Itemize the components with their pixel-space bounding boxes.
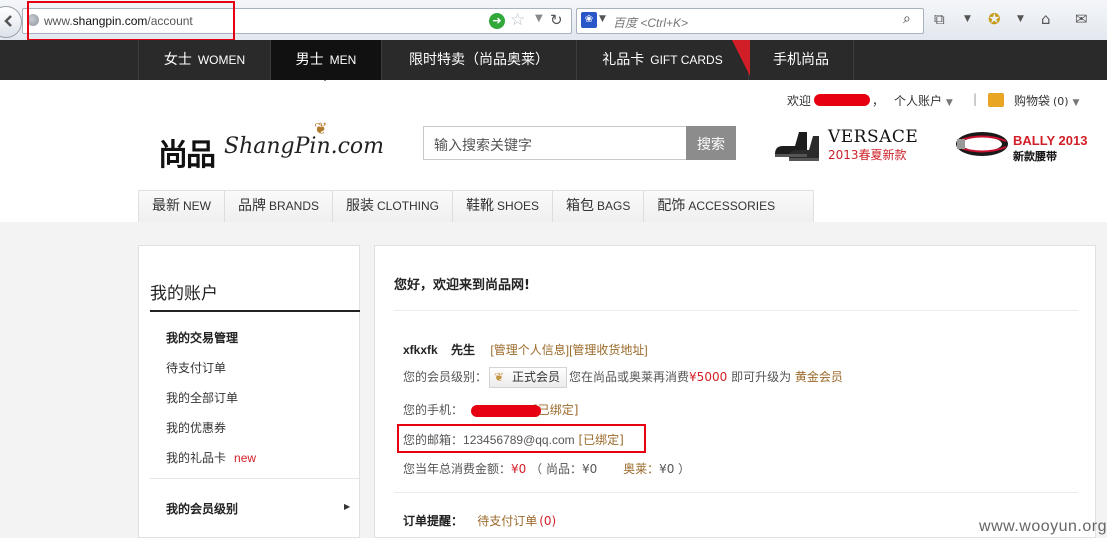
browser-search-bar[interactable]: ❀ ▼ 百度 <Ctrl+K> ⌕: [576, 8, 924, 34]
chevron-down-icon[interactable]: ▼: [599, 14, 606, 24]
topnav-women[interactable]: 女士 WOMEN: [138, 40, 271, 80]
greeting-text: 您好，欢迎来到尚品网!: [394, 278, 530, 293]
membership-label: 您的会员级别：: [403, 370, 488, 384]
chevron-down-icon: ▼: [945, 98, 953, 108]
ad-versace-subtitle[interactable]: 2013春夏新款: [828, 146, 907, 163]
category-clothing[interactable]: 服装 CLOTHING: [333, 191, 454, 222]
account-main-panel: 您好，欢迎来到尚品网! xfkxfk 先生 [管理个人信息][管理收货地址] 您…: [374, 245, 1096, 538]
sidebar-title-underline: [150, 310, 360, 312]
account-sidebar: 我的账户 我的交易管理 待支付订单 我的全部订单 我的优惠券 我的礼品卡 new …: [138, 245, 360, 538]
upgrade-text-2: 即可升级为: [731, 370, 792, 384]
bookmark-star-icon[interactable]: ☆: [510, 10, 525, 30]
screenshot-icon[interactable]: ⧉: [934, 10, 945, 28]
phone-label: 您的手机：: [403, 403, 464, 417]
manage-profile-link[interactable]: [管理个人信息]: [490, 343, 569, 357]
logo-text[interactable]: ShangPin.com: [224, 134, 384, 159]
chevron-right-icon: ▶: [344, 502, 351, 511]
category-accessories[interactable]: 配饰 ACCESSORIES: [644, 191, 788, 222]
magnifier-icon[interactable]: ⌕: [903, 11, 911, 27]
user-name-row: xfkxfk 先生 [管理个人信息][管理收货地址]: [403, 341, 648, 358]
divider: [394, 492, 1078, 493]
topnav-flash-sale[interactable]: 限时特卖（尚品奥莱）: [382, 40, 577, 80]
watermark-text: www.wooyun.org: [979, 518, 1107, 535]
upgrade-text: 您在尚品或奥莱再消费: [569, 370, 690, 384]
sidebar-section-membership[interactable]: 我的会员级别: [166, 500, 238, 517]
category-brands[interactable]: 品牌 BRANDS: [225, 191, 334, 222]
sidebar-item-gift-cards[interactable]: 我的礼品卡 new: [166, 449, 256, 466]
gift-ribbon-decoration: [732, 40, 750, 76]
versace-shoes-image[interactable]: [773, 124, 821, 162]
topnav-gift-cards[interactable]: 礼品卡 GIFT CARDS: [577, 40, 749, 80]
header-divider: |: [973, 92, 978, 106]
url-highlight-box: [27, 1, 235, 41]
category-bags[interactable]: 箱包 BAGS: [553, 191, 645, 222]
divider: [394, 310, 1078, 311]
membership-badge: ❦ 正式会员: [489, 367, 568, 388]
chevron-down-icon[interactable]: ▼: [964, 14, 971, 24]
top-nav: 女士 WOMEN 男士 MEN 限时特卖（尚品奥莱） 礼品卡 GIFT CARDS 手…: [0, 40, 1107, 80]
spend-outlet: ¥0 ）: [659, 462, 691, 476]
gold-member-link[interactable]: 黄金会员: [795, 370, 843, 384]
spend-outlet-label: 奥莱：: [623, 462, 660, 476]
ad-versace-brand[interactable]: VERSACE: [828, 127, 918, 147]
addon-icon[interactable]: ✪: [988, 10, 1001, 28]
sidebar-item-coupons[interactable]: 我的优惠券: [166, 419, 226, 436]
reload-icon[interactable]: ↻: [550, 11, 563, 29]
site-search-button[interactable]: 搜索: [686, 126, 736, 160]
welcome-text: 欢迎: [787, 94, 812, 108]
annual-spend-row: 您当年总消费金额：¥0 （ 尚品：¥0 奥莱：¥0 ）: [403, 460, 690, 477]
baidu-paw-icon[interactable]: ❀: [581, 12, 597, 28]
redacted-username: [814, 94, 870, 106]
ad-bally-brand[interactable]: BALLY 2013: [1013, 133, 1087, 148]
site-search-input[interactable]: 输入搜索关键字: [423, 126, 687, 160]
active-tab-indicator: [318, 74, 332, 81]
spend-shangpin: ¥0: [581, 462, 598, 476]
pending-orders-count: (0): [539, 514, 557, 528]
sidebar-divider: [150, 478, 360, 479]
back-arrow-icon: [4, 15, 12, 27]
sidebar-item-pending-orders[interactable]: 待支付订单: [166, 359, 226, 376]
home-icon[interactable]: ⌂: [1041, 10, 1051, 28]
topnav-mobile[interactable]: 手机尚品: [749, 40, 854, 80]
category-shoes[interactable]: 鞋靴 SHOES: [453, 191, 554, 222]
spend-shangpin-label: （ 尚品：: [530, 462, 582, 476]
membership-row: 您的会员级别： ❦ 正式会员 您在尚品或奥莱再消费¥5000 即可升级为 黄金会员: [403, 367, 843, 388]
bally-belt-image[interactable]: [955, 130, 1010, 158]
chevron-down-icon[interactable]: ▼: [535, 13, 543, 24]
go-arrow-icon[interactable]: ➜: [489, 13, 505, 29]
spend-total: ¥0: [511, 462, 527, 476]
sidebar-item-all-orders[interactable]: 我的全部订单: [166, 389, 238, 406]
back-button[interactable]: [0, 6, 22, 38]
new-badge: new: [234, 451, 257, 465]
mail-icon[interactable]: ✉: [1075, 10, 1088, 28]
sidebar-section-transactions: 我的交易管理: [166, 331, 239, 345]
ad-bally-subtitle[interactable]: 新款腰带: [1013, 148, 1057, 164]
honorific: 先生: [451, 343, 476, 357]
email-highlight-box: [397, 424, 646, 453]
browser-search-placeholder: 百度 <Ctrl+K>: [613, 16, 689, 30]
username: xfkxfk: [403, 343, 438, 357]
order-reminder-row: 订单提醒： 待支付订单 (0): [403, 512, 556, 529]
pending-orders-link[interactable]: 待支付订单: [477, 514, 537, 528]
spend-label: 您当年总消费金额：: [403, 462, 512, 476]
redacted-phone: [471, 405, 541, 417]
shopping-bag-icon[interactable]: [988, 93, 1004, 107]
upgrade-amount: ¥5000: [689, 370, 728, 384]
category-nav: 最新 NEW 品牌 BRANDS 服装 CLOTHING 鞋靴 SHOES 箱包 BAGS…: [138, 190, 814, 223]
order-reminder-label: 订单提醒：: [403, 514, 464, 528]
chevron-down-icon[interactable]: ▼: [1017, 14, 1024, 24]
account-menu[interactable]: 个人账户 ▼: [894, 92, 953, 109]
shopping-bag-menu[interactable]: 购物袋 (0) ▼: [1014, 92, 1079, 109]
leaf-icon: ❦: [494, 370, 505, 384]
site-search-placeholder: 输入搜索关键字: [434, 138, 532, 154]
sidebar-title: 我的账户: [150, 284, 218, 304]
manage-address-link[interactable]: [管理收货地址]: [569, 343, 648, 357]
logo-mark[interactable]: 尚品: [158, 130, 216, 174]
category-new[interactable]: 最新 NEW: [139, 191, 225, 222]
chevron-down-icon: ▼: [1072, 98, 1080, 108]
welcome-comma: ，: [872, 94, 885, 108]
